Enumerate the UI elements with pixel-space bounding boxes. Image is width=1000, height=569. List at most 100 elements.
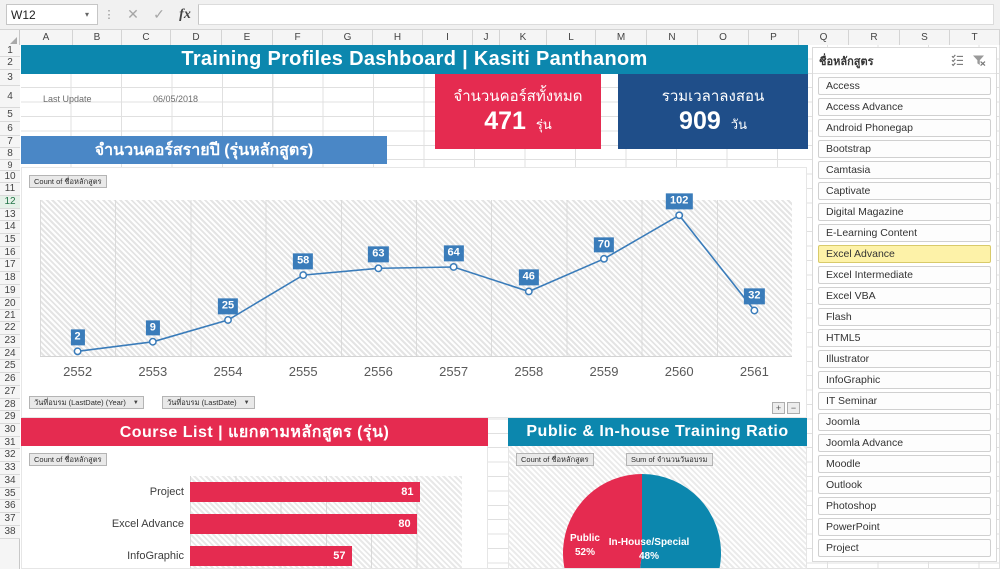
row-header-25[interactable]: 25 (0, 360, 20, 373)
row-header-20[interactable]: 20 (0, 298, 20, 310)
row-header-9[interactable]: 9 (0, 160, 20, 171)
row-header-17[interactable]: 17 (0, 259, 20, 272)
collapse-button[interactable]: − (787, 402, 800, 414)
slicer-item-it-seminar[interactable]: IT Seminar (818, 392, 991, 410)
slicer-item-excel-advance[interactable]: Excel Advance (818, 245, 991, 263)
formula-input[interactable] (198, 4, 994, 25)
pie-chart[interactable]: Count of ชื่อหลักสูตร Sum of จำนวนวันอบร… (508, 446, 807, 569)
expand-button[interactable]: + (772, 402, 785, 414)
row-header-38[interactable]: 38 (0, 526, 20, 539)
row-header-1[interactable]: 1 (0, 45, 20, 57)
column-header-C[interactable]: C (122, 30, 171, 45)
close-icon[interactable]: ✕ (120, 4, 146, 26)
pivot-legend-button-count[interactable]: Count of ชื่อหลักสูตร (516, 453, 594, 466)
slicer-item-photoshop[interactable]: Photoshop (818, 497, 991, 515)
row-header-5[interactable]: 5 (0, 108, 20, 122)
column-header-M[interactable]: M (596, 30, 647, 45)
column-header-H[interactable]: H (373, 30, 423, 45)
slicer-item-flash[interactable]: Flash (818, 308, 991, 326)
row-header-12[interactable]: 12 (0, 196, 20, 209)
row-header-14[interactable]: 14 (0, 221, 20, 234)
column-header-L[interactable]: L (547, 30, 596, 45)
slicer-item-camtasia[interactable]: Camtasia (818, 161, 991, 179)
row-header-26[interactable]: 26 (0, 373, 20, 386)
row-header-2[interactable]: 2 (0, 57, 20, 70)
row-header-27[interactable]: 27 (0, 386, 20, 399)
select-all-corner[interactable] (0, 30, 20, 45)
column-header-K[interactable]: K (500, 30, 547, 45)
name-box[interactable]: W12 ▾ (6, 4, 98, 25)
column-header-A[interactable]: A (20, 30, 73, 45)
pivot-legend-button-count[interactable]: Count of ชื่อหลักสูตร (29, 175, 107, 188)
more-options-icon[interactable]: ⋮ (98, 9, 120, 20)
slicer-item-digital-magazine[interactable]: Digital Magazine (818, 203, 991, 221)
slicer-item-html5[interactable]: HTML5 (818, 329, 991, 347)
multi-select-icon[interactable] (946, 52, 968, 70)
row-header-3[interactable]: 3 (0, 70, 20, 86)
slicer-item-android-phonegap[interactable]: Android Phonegap (818, 119, 991, 137)
slicer-item-excel-vba[interactable]: Excel VBA (818, 287, 991, 305)
column-header-P[interactable]: P (749, 30, 799, 45)
row-header-18[interactable]: 18 (0, 272, 20, 285)
line-chart[interactable]: Count of ชื่อหลักสูตร 2 9 25 58 63 64 46 70 102 3… (21, 167, 807, 418)
column-header-S[interactable]: S (900, 30, 950, 45)
pivot-legend-button-sum[interactable]: Sum of จำนวนวันอบรม (626, 453, 713, 466)
bar-chart[interactable]: Count of ชื่อหลักสูตร Project 81 Excel Adv… (21, 446, 488, 569)
row-header-16[interactable]: 16 (0, 247, 20, 259)
row-header-10[interactable]: 10 (0, 171, 20, 183)
row-header-33[interactable]: 33 (0, 462, 20, 475)
row-header-24[interactable]: 24 (0, 348, 20, 360)
row-header-7[interactable]: 7 (0, 136, 20, 148)
slicer-item-powerpoint[interactable]: PowerPoint (818, 518, 991, 536)
slicer-item-illustrator[interactable]: Illustrator (818, 350, 991, 368)
column-header-I[interactable]: I (423, 30, 473, 45)
pivot-field-button-date[interactable]: วันที่อบรม (LastDate) ▼ (162, 396, 255, 409)
row-header-31[interactable]: 31 (0, 437, 20, 449)
column-header-E[interactable]: E (222, 30, 273, 45)
check-icon[interactable]: ✓ (146, 4, 172, 26)
row-header-35[interactable]: 35 (0, 488, 20, 500)
chevron-down-icon[interactable]: ▼ (133, 400, 139, 406)
row-header-15[interactable]: 15 (0, 234, 20, 247)
row-header-8[interactable]: 8 (0, 148, 20, 160)
column-header-N[interactable]: N (647, 30, 698, 45)
pivot-field-button-year[interactable]: วันที่อบรม (LastDate) (Year) ▼ (29, 396, 144, 409)
slicer-item-project[interactable]: Project (818, 539, 991, 557)
column-header-T[interactable]: T (950, 30, 1000, 45)
row-header-13[interactable]: 13 (0, 209, 20, 221)
chevron-down-icon[interactable]: ▾ (81, 10, 93, 19)
column-header-G[interactable]: G (323, 30, 373, 45)
slicer-item-infographic[interactable]: InfoGraphic (818, 371, 991, 389)
row-header-34[interactable]: 34 (0, 475, 20, 488)
slicer-item-joomla-advance[interactable]: Joomla Advance (818, 434, 991, 452)
column-header-Q[interactable]: Q (799, 30, 849, 45)
column-header-R[interactable]: R (849, 30, 900, 45)
column-header-B[interactable]: B (73, 30, 122, 45)
slicer-item-access[interactable]: Access (818, 77, 991, 95)
slicer-course-name[interactable]: ชื่อหลักสูตร Access Access Advance Android… (812, 47, 997, 562)
slicer-item-excel-intermediate[interactable]: Excel Intermediate (818, 266, 991, 284)
slicer-item-bootstrap[interactable]: Bootstrap (818, 140, 991, 158)
row-header-32[interactable]: 32 (0, 449, 20, 462)
slicer-item-moodle[interactable]: Moodle (818, 455, 991, 473)
slicer-item-access-advance[interactable]: Access Advance (818, 98, 991, 116)
pivot-legend-button-count[interactable]: Count of ชื่อหลักสูตร (29, 453, 107, 466)
row-header-30[interactable]: 30 (0, 424, 20, 437)
clear-filter-icon[interactable] (968, 52, 990, 70)
row-header-6[interactable]: 6 (0, 122, 20, 136)
slicer-item-outlook[interactable]: Outlook (818, 476, 991, 494)
column-header-J[interactable]: J (473, 30, 500, 45)
row-header-4[interactable]: 4 (0, 86, 20, 108)
row-header-21[interactable]: 21 (0, 310, 20, 322)
chevron-down-icon[interactable]: ▼ (244, 400, 250, 406)
row-header-23[interactable]: 23 (0, 335, 20, 348)
row-header-36[interactable]: 36 (0, 500, 20, 513)
slicer-item-joomla[interactable]: Joomla (818, 413, 991, 431)
row-header-37[interactable]: 37 (0, 513, 20, 526)
row-header-19[interactable]: 19 (0, 285, 20, 298)
slicer-item-e-learning-content[interactable]: E-Learning Content (818, 224, 991, 242)
column-header-O[interactable]: O (698, 30, 749, 45)
slicer-item-captivate[interactable]: Captivate (818, 182, 991, 200)
row-header-28[interactable]: 28 (0, 399, 20, 411)
row-header-22[interactable]: 22 (0, 322, 20, 335)
